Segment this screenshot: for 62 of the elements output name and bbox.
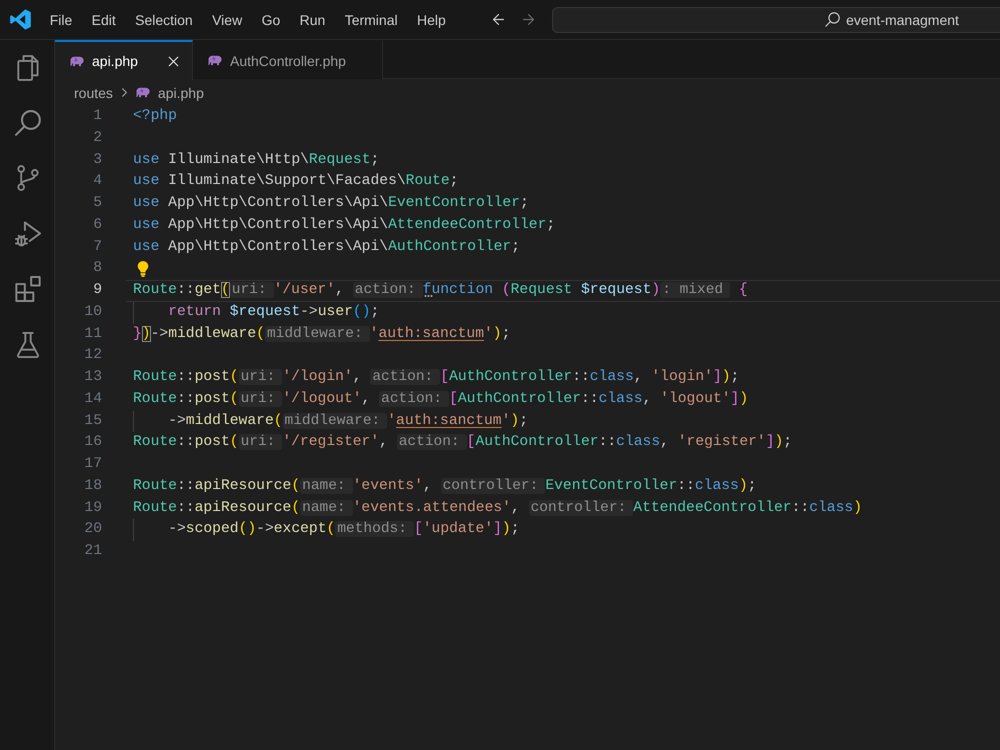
code-line: use App\Http\Controllers\Api\AuthController; [133,238,520,256]
code-line: Route::apiResource(name: 'events.attendees', controller: AttendeeController::class) [133,498,862,518]
line-number: 21 [83,542,102,561]
code-line: })->middleware(middleware: 'auth:sanctum'); [133,324,510,344]
menu-item[interactable]: Run [290,6,335,32]
breadcrumb-item[interactable]: api.php [136,84,204,100]
flask-icon [15,332,41,358]
line-number: 16 [83,433,102,452]
code-line: Route::get(uri: '/user', action: function (Request $request): mixed { [133,281,748,300]
line-number: 2 [92,128,102,148]
code-line: return $request->user(); [168,302,380,322]
elephant-icon [208,55,222,66]
line-number: 4 [92,172,102,192]
files-icon [15,54,41,81]
code-line: <?php [133,107,177,126]
code-line: Route::post(uri: '/logout', action: [AuthController::class, 'logout']) [133,390,748,409]
elephant-icon [136,87,150,98]
line-number: 5 [92,194,102,213]
editor-tab[interactable]: api.php [55,40,193,80]
line-number: 8 [92,259,102,278]
line-number: 7 [92,238,102,256]
line-number: 15 [83,412,102,430]
code-line: use Illuminate\Http\Request; [133,150,380,170]
line-number: 12 [83,346,102,366]
code-line: use App\Http\Controllers\Api\AttendeeController; [133,216,556,235]
line-number: 18 [83,476,102,496]
code-line: Route::post(uri: '/register', action: [AuthController::class, 'register']); [133,433,792,452]
command-center[interactable]: event-managment [552,6,1000,32]
line-number: 17 [83,455,102,474]
line-number: 20 [83,520,102,540]
line-number: 14 [83,390,102,409]
line-number: 6 [92,216,102,235]
elephant-icon [70,56,84,66]
code-line: ->scoped()->except(methods: ['update']); [168,520,520,540]
menu-item[interactable]: Help [407,6,456,32]
menu-item[interactable]: Selection [125,6,202,32]
play-bug-icon [15,220,41,247]
logo-icon [10,9,31,30]
line-number: 13 [83,368,102,387]
lightbulb-icon[interactable] [137,261,149,278]
branch-icon [15,165,41,192]
menu-item[interactable]: Edit [82,6,126,32]
menu-item[interactable]: View [202,6,252,32]
code-line: Route::apiResource(name: 'events', controller: EventController::class); [133,476,756,496]
breadcrumb-item[interactable]: routes [74,84,113,100]
code-line: use Illuminate\Support\Facades\Route; [133,172,458,192]
line-number: 10 [83,302,102,322]
line-number: 1 [92,107,102,126]
line-number: 3 [92,150,102,170]
search-icon [15,110,41,136]
code-line: ->middleware(middleware: 'auth:sanctum'); [168,412,528,430]
line-number: 11 [83,324,102,344]
blocks-icon [15,276,41,302]
line-number: 9 [92,281,102,300]
code-line: Route::post(uri: '/login', action: [AuthController::class, 'login']); [133,368,740,387]
menu-item[interactable]: File [40,6,82,32]
menu-item[interactable]: Go [252,6,290,32]
line-number: 19 [83,498,102,518]
search-icon [825,12,840,27]
code-line: use App\Http\Controllers\Api\EventController; [133,194,529,213]
menu-item[interactable]: Terminal [335,6,408,32]
editor-tab[interactable]: AuthController.php [193,40,383,79]
